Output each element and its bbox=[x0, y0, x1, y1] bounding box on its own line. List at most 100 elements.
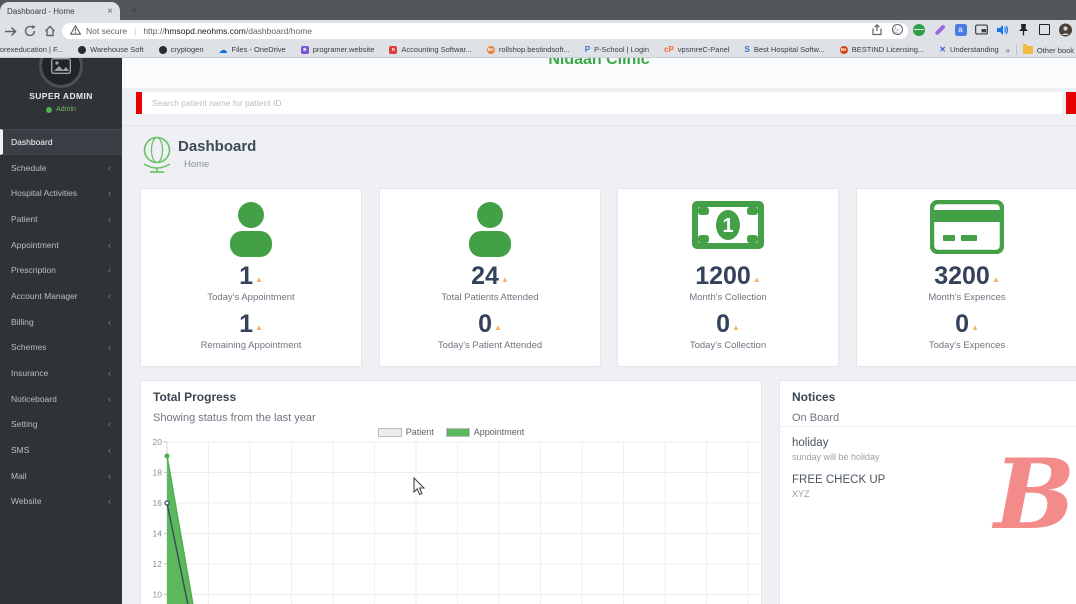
user-avatar[interactable] bbox=[39, 58, 83, 88]
bookmark-item[interactable]: cryptogen bbox=[158, 45, 204, 54]
audio-icon[interactable] bbox=[996, 23, 1009, 36]
globe-extension-icon[interactable] bbox=[912, 23, 925, 36]
profile-avatar[interactable] bbox=[1059, 23, 1072, 36]
search-button[interactable] bbox=[1066, 92, 1076, 114]
bookmark-item[interactable]: cforexeducation | F... bbox=[0, 45, 63, 54]
page-title: Dashboard bbox=[178, 138, 257, 155]
bookmark-item[interactable]: Be BESTIND Licensing... bbox=[839, 45, 924, 54]
sidebar-item-setting[interactable]: Setting ‹ bbox=[0, 412, 122, 438]
bookmark-item[interactable]: ☁ Files - OneDrive bbox=[219, 45, 286, 54]
stat-value: 24 bbox=[471, 262, 499, 290]
bookmark-item[interactable]: P P-School | Login bbox=[585, 45, 649, 54]
browser-tab[interactable]: Dashboard - Home × bbox=[0, 2, 120, 20]
bookmark-item[interactable]: R Accounting Softwar... bbox=[389, 45, 472, 54]
triangle-up-icon: ▲ bbox=[731, 323, 740, 332]
credit-card-icon bbox=[857, 200, 1076, 260]
security-label: Not secure bbox=[86, 26, 128, 36]
home-icon[interactable] bbox=[40, 25, 60, 37]
pin-extension-icon[interactable] bbox=[1017, 23, 1030, 36]
forward-icon[interactable] bbox=[0, 26, 20, 37]
chevron-left-icon: ‹ bbox=[108, 342, 111, 353]
sidebar-item-mail[interactable]: Mail ‹ bbox=[0, 463, 122, 489]
legend-patient: Patient bbox=[377, 427, 434, 437]
stat-label: Total Patients Attended bbox=[441, 292, 539, 303]
svg-text:12: 12 bbox=[153, 559, 163, 569]
notice-description: XYZ bbox=[792, 489, 810, 499]
url-text: http://hmsopd.neohms.com/dashboard/home bbox=[143, 26, 313, 36]
chevron-left-icon: ‹ bbox=[108, 368, 111, 379]
folder-icon bbox=[1022, 44, 1033, 54]
tab-close-icon[interactable]: × bbox=[107, 6, 113, 17]
user-role: Admin bbox=[0, 106, 122, 113]
notice-description: sunday will be holiday bbox=[792, 452, 880, 462]
bookmark-item[interactable]: cP vpsmreC-Panel bbox=[664, 45, 729, 54]
sidebar-item-account-manager[interactable]: Account Manager ‹ bbox=[0, 283, 122, 309]
share-icon[interactable] bbox=[871, 23, 883, 38]
sidebar-item-appointment[interactable]: Appointment ‹ bbox=[0, 232, 122, 258]
sidebar-item-dashboard[interactable]: Dashboard bbox=[0, 129, 122, 155]
stat-label: Month's Expences bbox=[928, 292, 1006, 303]
chevron-left-icon: ‹ bbox=[108, 290, 111, 301]
stat-value: 0 bbox=[716, 310, 730, 338]
brand-watermark: Be bbox=[994, 438, 1076, 551]
reload-icon[interactable] bbox=[20, 25, 40, 37]
stat-label: Today's Patient Attended bbox=[437, 340, 543, 351]
sidebar-menu: Dashboard Schedule ‹ Hospital Activities ‹ Pa… bbox=[0, 129, 122, 514]
total-progress-panel: Total Progress Showing status from the l… bbox=[140, 380, 762, 604]
stat-card: 3200 ▲ Month's Expences 0 ▲ Today's Expences bbox=[856, 188, 1076, 367]
money-bill-icon: 1 bbox=[618, 200, 838, 260]
stat-value: 0 bbox=[955, 310, 969, 338]
main-content: Nidaan Clinic Dashboard Home 1▲Today's A… bbox=[122, 58, 1076, 604]
svg-text:1: 1 bbox=[722, 215, 733, 237]
sidebar-item-noticeboard[interactable]: Noticeboard ‹ bbox=[0, 386, 122, 412]
stat-card: 24 ▲ Total Patients Attended 0 ▲ Today's Pati… bbox=[379, 188, 601, 367]
chevron-left-icon: ‹ bbox=[108, 445, 111, 456]
bookmark-item[interactable]: S Best Hospital Softw... bbox=[744, 45, 824, 54]
triangle-up-icon: ▲ bbox=[254, 275, 263, 284]
not-secure-warning-icon bbox=[69, 24, 82, 37]
bookmark-item[interactable]: ✻ programer.website bbox=[300, 45, 374, 54]
favicon: ✻ bbox=[300, 45, 309, 54]
new-tab-button[interactable]: + bbox=[127, 3, 142, 18]
notices-panel: Notices On Board holiday sunday will be h… bbox=[779, 380, 1076, 604]
url-divider: | bbox=[134, 26, 137, 36]
progress-subtitle: Showing status from the last year bbox=[153, 412, 316, 424]
sidebar-item-prescription[interactable]: Prescription ‹ bbox=[0, 257, 122, 283]
triangle-up-icon: ▲ bbox=[991, 275, 1000, 284]
triangle-up-icon: ▲ bbox=[254, 323, 263, 332]
bookmark-item[interactable]: Warehouse Soft bbox=[78, 45, 144, 54]
window-extension-icon[interactable] bbox=[1038, 23, 1051, 36]
user-name: SUPER ADMIN bbox=[29, 91, 93, 101]
sidebar-item-billing[interactable]: Billing ‹ bbox=[0, 309, 122, 335]
stat-card: 1 1200 ▲ Month's Collection 0 ▲ Today's Collec… bbox=[617, 188, 839, 367]
search-input[interactable] bbox=[142, 98, 1062, 108]
notice-title: FREE CHECK UP bbox=[792, 474, 886, 486]
chevron-left-icon: ‹ bbox=[108, 419, 111, 430]
circle-extension-icon[interactable] bbox=[891, 23, 904, 36]
bookmarks-overflow-icon[interactable]: » bbox=[1005, 46, 1009, 55]
sidebar-item-website[interactable]: Website ‹ bbox=[0, 489, 122, 515]
chevron-left-icon: ‹ bbox=[108, 393, 111, 404]
clinic-title-band: Nidaan Clinic bbox=[122, 58, 1076, 88]
progress-title: Total Progress bbox=[153, 390, 237, 404]
stat-value: 3200 bbox=[934, 262, 990, 290]
sidebar-item-patient[interactable]: Patient ‹ bbox=[0, 206, 122, 232]
triangle-up-icon: ▲ bbox=[500, 275, 509, 284]
pip-icon[interactable] bbox=[975, 23, 988, 36]
notice-title: holiday bbox=[792, 437, 829, 449]
translate-extension-icon[interactable]: a bbox=[954, 23, 967, 36]
notices-title: Notices bbox=[792, 390, 836, 404]
sidebar-item-schemes[interactable]: Schemes ‹ bbox=[0, 335, 122, 361]
sidebar-item-schedule[interactable]: Schedule ‹ bbox=[0, 155, 122, 181]
sidebar-item-hospital-activities[interactable]: Hospital Activities ‹ bbox=[0, 180, 122, 206]
chevron-left-icon: ‹ bbox=[108, 265, 111, 276]
breadcrumb: Home bbox=[184, 159, 210, 170]
address-bar[interactable]: Not secure | http://hmsopd.neohms.com/da… bbox=[62, 23, 908, 39]
sidebar-item-sms[interactable]: SMS ‹ bbox=[0, 437, 122, 463]
bookmark-item[interactable]: Be rollshop.bestindsoft... bbox=[486, 45, 570, 54]
other-bookmarks[interactable]: Other book bbox=[1022, 44, 1074, 55]
svg-text:16: 16 bbox=[153, 498, 163, 508]
legend-appointment: Appointment bbox=[445, 427, 524, 437]
pen-extension-icon[interactable] bbox=[933, 23, 946, 36]
sidebar-item-insurance[interactable]: Insurance ‹ bbox=[0, 360, 122, 386]
